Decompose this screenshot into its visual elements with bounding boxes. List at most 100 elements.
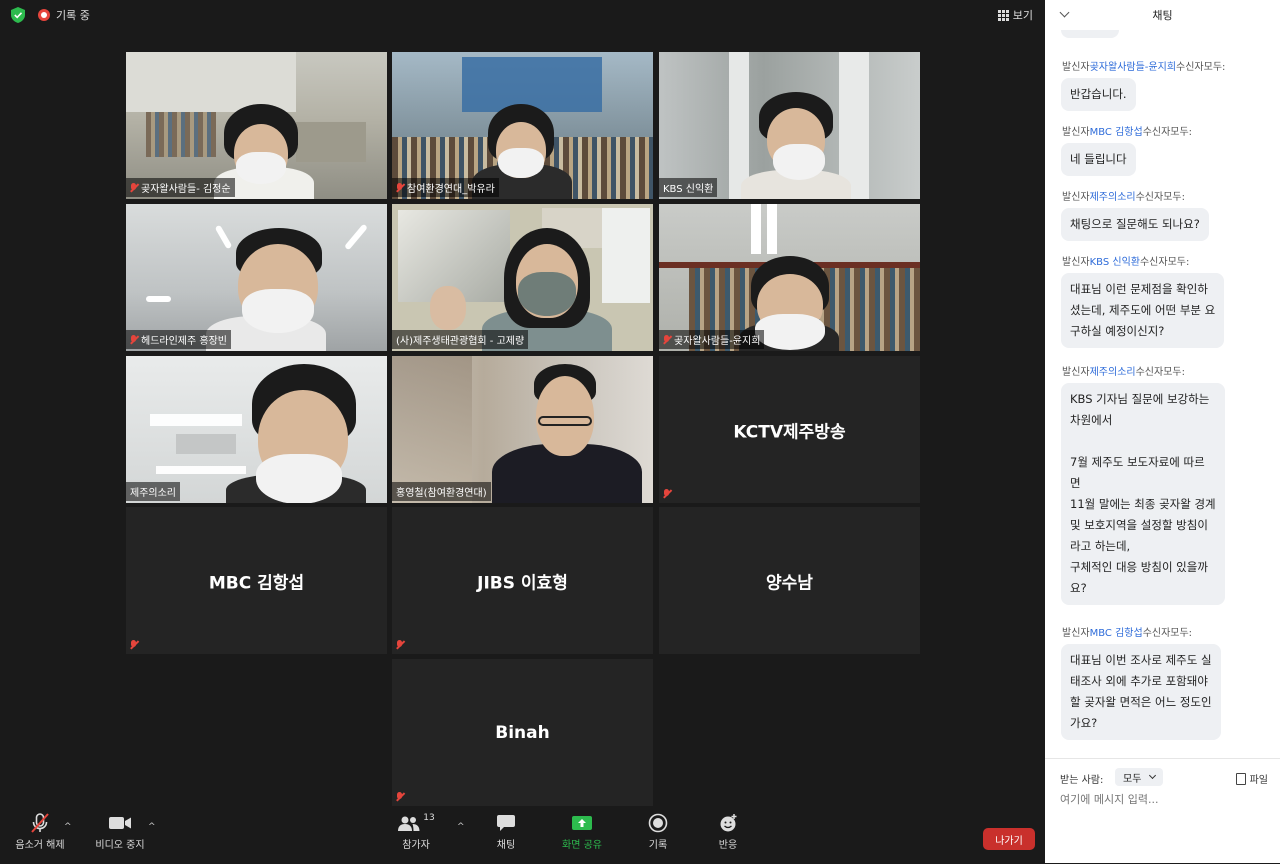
participant-name-tag: 곶자왈사람들- 김정순 (126, 178, 235, 197)
message-bubble: KBS 기자님 질문에 보강하는 차원에서 7월 제주도 보도자료에 따르 면 … (1061, 383, 1225, 605)
mic-off-icon (31, 813, 49, 833)
participant-tile-9[interactable]: KCTV제주방송 (659, 356, 920, 503)
file-label: 파일 (1249, 775, 1268, 786)
mic-muted-icon (395, 792, 404, 802)
share-screen-button[interactable]: 화면 공유 (556, 810, 608, 851)
message-sender: 발신자MBC 김항섭수신자모두: (1062, 127, 1193, 138)
file-button[interactable]: 파일 (1235, 771, 1268, 786)
message-bubble: 반갑습니다. (1061, 78, 1136, 111)
participants-button[interactable]: 13 참가자 (388, 810, 444, 851)
video-feed (392, 204, 653, 351)
emoji-icon (720, 814, 737, 832)
shield-icon[interactable] (11, 7, 25, 23)
chat-panel: 채팅 발신자곶자왈사람들-윤지희수신자모두: 반갑습니다. 발신자MBC 김항섭… (1045, 0, 1280, 863)
mic-muted-icon (395, 640, 404, 650)
stop-video-label: 비디오 중지 (95, 840, 145, 851)
video-feed (659, 52, 920, 199)
audio-options-caret[interactable]: ^ (64, 822, 72, 832)
unmute-button[interactable]: 음소거 해제 (10, 810, 70, 851)
video-feed (392, 356, 653, 503)
participant-tile-3[interactable]: KBS 신익환 (659, 52, 920, 199)
participant-name-large: JIBS 이효형 (477, 573, 568, 593)
video-options-caret[interactable]: ^ (148, 822, 156, 832)
video-camera-icon (109, 817, 131, 829)
recipient-select[interactable]: 모두 (1115, 768, 1163, 786)
view-button[interactable]: 보기 (997, 7, 1033, 23)
participant-name-large: 양수남 (766, 573, 813, 593)
participant-tile-4[interactable]: 헤드라인제주 홍장빈 (126, 204, 387, 351)
message-bubble: 대표님 이런 문제점을 확인하 셨는데, 제주도에 어떤 부분 요 구하실 예정… (1061, 273, 1225, 348)
chat-button[interactable]: 채팅 (484, 810, 528, 851)
share-screen-label: 화면 공유 (562, 840, 602, 851)
participant-tile-6[interactable]: 곶자왈사람들-윤지희 (659, 204, 920, 351)
mic-muted-icon (662, 334, 671, 345)
chat-message-input[interactable] (1060, 793, 1260, 806)
participant-tile-12[interactable]: 양수남 (659, 507, 920, 654)
message-bubble: 채팅으로 질문해도 되나요? (1061, 208, 1209, 241)
participant-name-tag: 곶자왈사람들-윤지희 (659, 330, 765, 349)
participant-tile-7[interactable]: 제주의소리 (126, 356, 387, 503)
video-feed (126, 356, 387, 503)
message-sender: 발신자MBC 김항섭수신자모두: (1062, 628, 1193, 639)
video-feed (659, 204, 920, 351)
message-sender: 발신자KBS 신익환수신자모두: (1062, 257, 1190, 268)
grid-icon (997, 9, 1009, 21)
participant-tile-8[interactable]: 홍영철(참여환경연대) (392, 356, 653, 503)
participant-name-large: MBC 김항섭 (208, 573, 305, 593)
video-feed (126, 204, 387, 351)
reactions-label: 반응 (718, 840, 738, 851)
message-bubble: 대표님 이번 조사로 제주도 실 태조사 외에 추가로 포함돼야 할 곶자왈 면… (1061, 644, 1221, 740)
chat-message-list[interactable]: 발신자곶자왈사람들-윤지희수신자모두: 반갑습니다. 발신자MBC 김항섭수신자… (1045, 30, 1280, 758)
participants-options-caret[interactable]: ^ (457, 822, 465, 832)
participant-name-tag: KBS 신익환 (659, 178, 718, 197)
message-sender: 발신자제주의소리수신자모두: (1062, 367, 1185, 378)
mic-muted-icon (129, 640, 138, 650)
share-screen-icon (572, 816, 592, 830)
participants-label: 참가자 (402, 840, 430, 851)
participant-name-large: Binah (495, 722, 550, 743)
file-icon (1235, 772, 1246, 785)
participants-count: 13 (423, 813, 435, 823)
recipient-label: 받는 사람: (1060, 775, 1104, 786)
record-icon (648, 813, 668, 833)
stop-video-button[interactable]: 비디오 중지 (90, 810, 150, 851)
chat-bubble-icon (497, 815, 515, 831)
record-label: 기록 (648, 840, 668, 851)
chevron-down-icon[interactable] (1059, 7, 1070, 18)
meeting-toolbar: 음소거 해제 ^ 비디오 중지 ^ 13 참가자 ^ 채팅 화면 공유 기록 반… (0, 810, 1045, 863)
participants-icon (398, 816, 420, 831)
leave-meeting-button[interactable]: 나가기 (983, 828, 1035, 850)
record-icon (38, 9, 50, 21)
mic-muted-icon (129, 182, 138, 193)
participant-name-tag: 홍영철(참여환경연대) (392, 482, 491, 501)
reactions-button[interactable]: 반응 (706, 810, 750, 851)
message-sender: 발신자제주의소리수신자모두: (1062, 192, 1185, 203)
message-bubble: 네 들립니다 (1061, 143, 1136, 176)
message-sender: 발신자곶자왈사람들-윤지희수신자모두: (1062, 62, 1226, 73)
mic-muted-icon (395, 182, 404, 193)
participant-name-tag: 참여환경연대_박유라 (392, 178, 499, 197)
record-button[interactable]: 기록 (638, 810, 678, 851)
chat-label: 채팅 (496, 840, 516, 851)
view-label: 보기 (1012, 9, 1033, 22)
recording-label: 기록 중 (56, 9, 90, 22)
participant-tile-10[interactable]: MBC 김항섭 (126, 507, 387, 654)
participant-tile-5-active-speaker[interactable]: (사)제주생태관광협회 - 고제량 (392, 204, 653, 351)
video-feed (392, 52, 653, 199)
top-bar: 기록 중 보기 (0, 0, 1045, 30)
chat-header: 채팅 (1045, 0, 1280, 30)
participant-name-large: KCTV제주방송 (733, 422, 846, 442)
chat-title: 채팅 (1152, 9, 1173, 22)
video-feed (126, 52, 387, 199)
participant-tile-1[interactable]: 곶자왈사람들- 김정순 (126, 52, 387, 199)
participant-tile-11[interactable]: JIBS 이효형 (392, 507, 653, 654)
mic-muted-icon (129, 334, 138, 345)
participant-name-tag: 제주의소리 (126, 482, 180, 501)
participant-name-tag: 헤드라인제주 홍장빈 (126, 330, 231, 349)
participant-tile-2[interactable]: 참여환경연대_박유라 (392, 52, 653, 199)
participant-name-tag: (사)제주생태관광협회 - 고제량 (392, 330, 529, 349)
participant-tile-13[interactable]: Binah (392, 659, 653, 806)
mic-muted-icon (662, 489, 671, 499)
recording-indicator[interactable]: 기록 중 (38, 7, 90, 23)
unmute-label: 음소거 해제 (15, 840, 65, 851)
